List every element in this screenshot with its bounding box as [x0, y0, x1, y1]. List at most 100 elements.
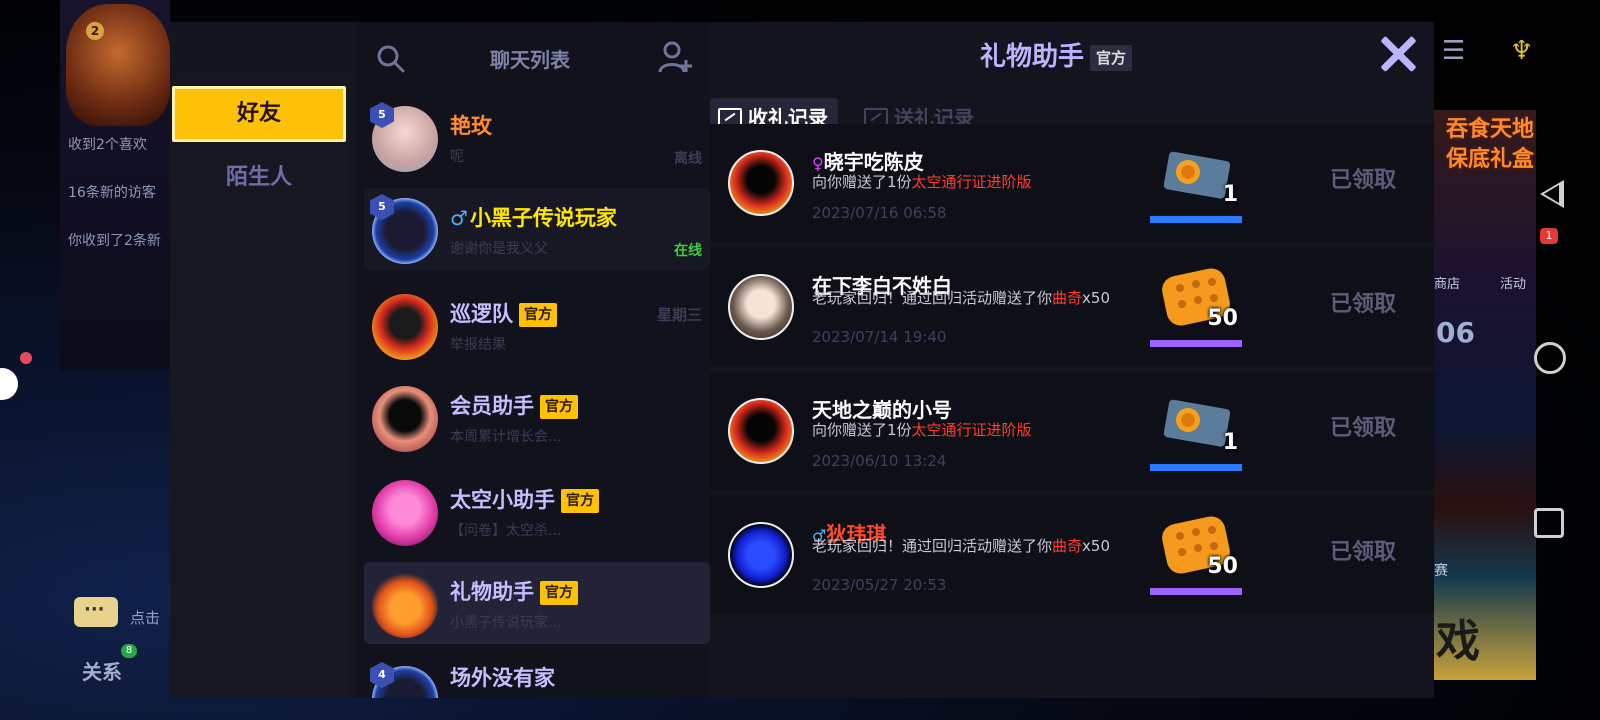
gift-record: 天地之巅的小号 向你赠送了1份太空通行证进阶版 2023/06/10 13:24…: [710, 372, 1434, 490]
msg-text: 老玩家回归！通过回归活动赠送了你: [812, 537, 1053, 555]
sender-name: ♀晓宇吃陈皮: [812, 146, 924, 175]
chat-name: 巡逻队 官方: [450, 298, 557, 328]
gift-record: ♂狄玮琪 老玩家回归！通过回归活动赠送了你曲奇x50 2023/05/27 20…: [710, 496, 1434, 614]
chat-name: 场外没有家: [450, 666, 555, 690]
shop-label: 商店: [1434, 277, 1461, 292]
gift-time: 2023/05/27 20:53: [812, 576, 947, 594]
gift-time: 2023/07/14 19:40: [812, 328, 947, 346]
msg-suffix: x50: [1082, 537, 1110, 555]
gift-rarity-bar: [1150, 588, 1242, 595]
chat-item-space-helper[interactable]: 太空小助手 官方 【问卷】太空杀...: [364, 470, 710, 552]
avatar: [372, 480, 438, 546]
chat-item-member-helper[interactable]: 会员助手 官方 本周累计增长会...: [364, 376, 710, 458]
gift-quantity: 50: [1207, 306, 1238, 331]
gift-rarity-bar: [1150, 464, 1242, 471]
chat-item-gift-helper[interactable]: 礼物助手 官方 小黑子传说玩家...: [364, 562, 710, 644]
tab-strangers[interactable]: 陌生人: [172, 150, 346, 206]
gift-item-name: 太空通行证进阶版: [911, 173, 1032, 191]
chat-item-yanmei[interactable]: 5 艳玫 呢 离线: [364, 96, 710, 178]
gift-time: 2023/06/10 13:24: [812, 452, 947, 470]
msg-text: 向你赠送了1份: [812, 421, 912, 439]
play-banner-text: 戏: [1436, 616, 1480, 667]
gift-record: 在下李白不姓白 老玩家回归！通过回归活动赠送了你曲奇x50 2023/07/14…: [710, 248, 1434, 366]
promo-banner-text: 吞食天地 保底礼盒: [1445, 117, 1534, 172]
gift-message: 向你赠送了1份太空通行证进阶版: [812, 174, 1142, 191]
msg-suffix: x50: [1082, 289, 1110, 307]
chat-name: 礼物助手 官方: [450, 576, 578, 606]
gift-rarity-bar: [1150, 340, 1242, 347]
official-badge: 官方: [540, 581, 578, 605]
official-badge: 官方: [561, 489, 599, 513]
chat-preview: 小黑子传说玩家...: [450, 615, 562, 631]
notification-dot: [20, 352, 32, 364]
gift-message: 老玩家回归！通过回归活动赠送了你曲奇x50: [812, 538, 1142, 555]
tab-friends[interactable]: 好友: [172, 86, 346, 142]
chat-list-title: 聊天列表: [490, 48, 570, 72]
match-label: 赛: [1434, 563, 1448, 579]
gift-message: 向你赠送了1份太空通行证进阶版: [812, 422, 1142, 439]
chat-name: 艳玫: [450, 114, 492, 138]
claimed-status: 已领取: [1330, 540, 1397, 565]
chat-name-text: 巡逻队: [450, 302, 513, 326]
sender-avatar: [728, 398, 794, 464]
home-icon[interactable]: [1534, 342, 1566, 374]
gift-record: ♀晓宇吃陈皮 向你赠送了1份太空通行证进阶版 2023/07/16 06:58 …: [710, 124, 1434, 242]
official-badge: 官方: [1090, 44, 1133, 71]
claimed-status: 已领取: [1330, 416, 1397, 441]
chat-name: ♂小黑子传说玩家: [450, 202, 617, 232]
gift-time: 2023/07/16 06:58: [812, 204, 947, 222]
close-button[interactable]: [1378, 34, 1418, 74]
avatar: [372, 386, 438, 452]
gift-box-avatar: [372, 572, 438, 638]
recent-apps-icon[interactable]: [1534, 508, 1564, 538]
background-number: 06: [1436, 316, 1475, 349]
chat-name: 会员助手 官方: [450, 390, 578, 420]
notice-visitors: 16条新的访客: [68, 185, 156, 201]
chat-preview: 谢谢你是我义父: [450, 241, 548, 257]
panel-title: 礼物助手 官方: [980, 36, 1133, 73]
gift-item-name: 曲奇: [1052, 289, 1083, 307]
search-icon[interactable]: [376, 44, 406, 74]
official-badge: 官方: [540, 395, 578, 419]
female-icon: ♀: [812, 154, 824, 173]
gift-quantity: 1: [1222, 430, 1238, 455]
chat-name-text: 太空小助手: [450, 488, 555, 512]
chat-preview: 本周累计增长会...: [450, 429, 562, 445]
gift-item-name: 曲奇: [1052, 537, 1083, 555]
menu-icon: ☰: [1442, 36, 1466, 66]
chat-name-text: 礼物助手: [450, 580, 534, 604]
chat-date: 星期三: [656, 306, 702, 324]
add-friend-icon[interactable]: [658, 40, 692, 74]
status-offline: 离线: [674, 151, 702, 167]
status-online: 在线: [674, 243, 702, 259]
gift-item-name: 太空通行证进阶版: [911, 421, 1032, 439]
relation-label: 关系: [82, 660, 122, 684]
chat-preview: 【问卷】太空杀...: [450, 523, 562, 539]
chat-preview: 举报结果: [450, 337, 506, 353]
background-right-strip: [1432, 110, 1536, 680]
chat-bubble-icon: [74, 597, 118, 627]
signal-icon: ♆: [1510, 36, 1534, 66]
panel-title-text: 礼物助手: [980, 42, 1085, 72]
back-icon[interactable]: [1534, 176, 1570, 212]
gift-quantity: 1: [1222, 182, 1238, 207]
chat-preview: 呢: [450, 149, 464, 165]
claimed-status: 已领取: [1330, 292, 1397, 317]
chat-item-patrol[interactable]: 巡逻队 官方 举报结果 星期三: [364, 284, 710, 366]
msg-text: 老玩家回归！通过回归活动赠送了你: [812, 289, 1053, 307]
gift-message: 老玩家回归！通过回归活动赠送了你曲奇x50: [812, 290, 1142, 307]
sender-name-text: 晓宇吃陈皮: [823, 150, 924, 174]
chat-hint: 点击: [130, 609, 161, 627]
rank-level-badge: 2: [86, 22, 104, 40]
gift-quantity: 50: [1207, 554, 1238, 579]
chat-item-xiaoheizi[interactable]: 5 ♂小黑子传说玩家 谢谢你是我义父 在线: [364, 188, 710, 270]
chat-name-text: 小黑子传说玩家: [469, 206, 617, 230]
chat-item-changwai[interactable]: 4 场外没有家: [364, 656, 710, 698]
activity-badge: 1: [1540, 228, 1558, 244]
player-rank-avatar: [66, 4, 170, 126]
sender-avatar: [728, 522, 794, 588]
chat-name-text: 会员助手: [450, 394, 534, 418]
gift-rarity-bar: [1150, 216, 1242, 223]
notice-messages: 你收到了2条新: [68, 233, 161, 249]
avatar: [372, 294, 438, 360]
